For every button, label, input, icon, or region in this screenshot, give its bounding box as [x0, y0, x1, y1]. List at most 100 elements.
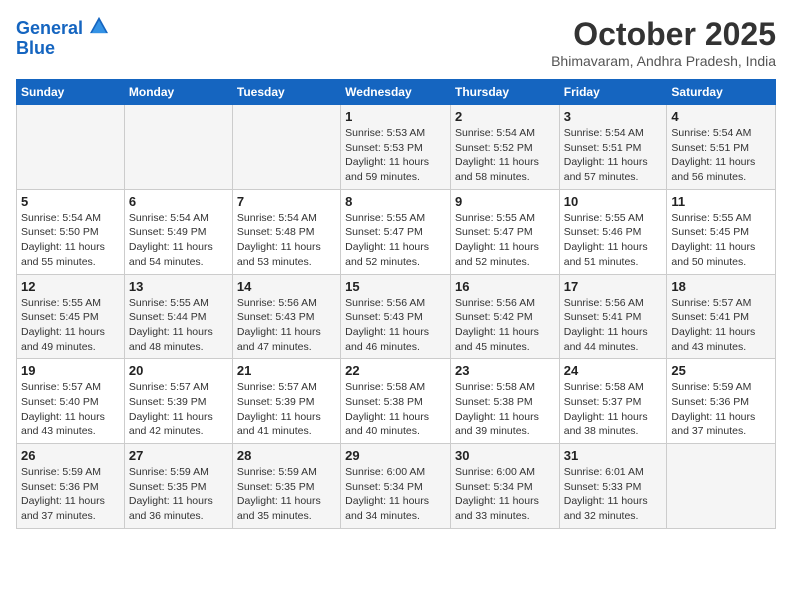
calendar-cell: 16Sunrise: 5:56 AM Sunset: 5:42 PM Dayli…: [450, 274, 559, 359]
day-number: 17: [564, 279, 663, 294]
day-info: Sunrise: 5:56 AM Sunset: 5:43 PM Dayligh…: [345, 296, 446, 355]
day-info: Sunrise: 5:55 AM Sunset: 5:46 PM Dayligh…: [564, 211, 663, 270]
logo-text: General: [16, 16, 108, 39]
day-info: Sunrise: 5:55 AM Sunset: 5:44 PM Dayligh…: [129, 296, 228, 355]
day-info: Sunrise: 5:56 AM Sunset: 5:41 PM Dayligh…: [564, 296, 663, 355]
calendar-cell: 6Sunrise: 5:54 AM Sunset: 5:49 PM Daylig…: [124, 189, 232, 274]
day-number: 21: [237, 363, 336, 378]
day-info: Sunrise: 5:54 AM Sunset: 5:50 PM Dayligh…: [21, 211, 120, 270]
calendar-cell: 7 Sunrise: 5:54 AM Sunset: 5:48 PM Daylig…: [232, 189, 340, 274]
day-info: Sunrise: 5:54 AM Sunset: 5:51 PM Dayligh…: [564, 126, 663, 185]
logo: General Blue: [16, 16, 108, 59]
day-number: 27: [129, 448, 228, 463]
page-header: General Blue October 2025 Bhimavaram, An…: [16, 16, 776, 69]
calendar-cell: 22 Sunrise: 5:58 AM Sunset: 5:38 PM Dayli…: [341, 359, 451, 444]
day-info: Sunrise: 5:59 AM Sunset: 5:35 PM Dayligh…: [129, 465, 228, 524]
day-number: 9: [455, 194, 555, 209]
calendar-week-3: 12Sunrise: 5:55 AM Sunset: 5:45 PM Dayli…: [17, 274, 776, 359]
calendar-cell: 2 Sunrise: 5:54 AM Sunset: 5:52 PM Daylig…: [450, 105, 559, 190]
day-number: 7: [237, 194, 336, 209]
day-number: 3: [564, 109, 663, 124]
day-number: 23: [455, 363, 555, 378]
calendar-cell: 29Sunrise: 6:00 AM Sunset: 5:34 PM Dayli…: [341, 444, 451, 529]
day-number: 24: [564, 363, 663, 378]
calendar-cell: 25Sunrise: 5:59 AM Sunset: 5:36 PM Dayli…: [667, 359, 776, 444]
day-info: Sunrise: 5:54 AM Sunset: 5:52 PM Dayligh…: [455, 126, 555, 185]
day-info: Sunrise: 6:01 AM Sunset: 5:33 PM Dayligh…: [564, 465, 663, 524]
calendar-cell: 11 Sunrise: 5:55 AM Sunset: 5:45 PM Dayli…: [667, 189, 776, 274]
calendar-week-4: 19 Sunrise: 5:57 AM Sunset: 5:40 PM Dayli…: [17, 359, 776, 444]
day-number: 2: [455, 109, 555, 124]
day-info: Sunrise: 5:58 AM Sunset: 5:38 PM Dayligh…: [345, 380, 446, 439]
day-info: Sunrise: 5:54 AM Sunset: 5:48 PM Dayligh…: [237, 211, 336, 270]
calendar-cell: 5 Sunrise: 5:54 AM Sunset: 5:50 PM Daylig…: [17, 189, 125, 274]
day-info: Sunrise: 5:58 AM Sunset: 5:37 PM Dayligh…: [564, 380, 663, 439]
day-info: Sunrise: 5:53 AM Sunset: 5:53 PM Dayligh…: [345, 126, 446, 185]
calendar-table: SundayMondayTuesdayWednesdayThursdayFrid…: [16, 79, 776, 529]
day-number: 13: [129, 279, 228, 294]
day-number: 6: [129, 194, 228, 209]
day-number: 30: [455, 448, 555, 463]
calendar-week-2: 5 Sunrise: 5:54 AM Sunset: 5:50 PM Daylig…: [17, 189, 776, 274]
calendar-cell: 23 Sunrise: 5:58 AM Sunset: 5:38 PM Dayli…: [450, 359, 559, 444]
day-number: 10: [564, 194, 663, 209]
day-number: 12: [21, 279, 120, 294]
day-info: Sunrise: 5:55 AM Sunset: 5:47 PM Dayligh…: [345, 211, 446, 270]
calendar-cell: 18 Sunrise: 5:57 AM Sunset: 5:41 PM Dayli…: [667, 274, 776, 359]
day-info: Sunrise: 5:57 AM Sunset: 5:39 PM Dayligh…: [237, 380, 336, 439]
day-info: Sunrise: 5:59 AM Sunset: 5:35 PM Dayligh…: [237, 465, 336, 524]
day-number: 19: [21, 363, 120, 378]
calendar-cell: 12Sunrise: 5:55 AM Sunset: 5:45 PM Dayli…: [17, 274, 125, 359]
calendar-cell: 21 Sunrise: 5:57 AM Sunset: 5:39 PM Dayli…: [232, 359, 340, 444]
calendar-cell: 26Sunrise: 5:59 AM Sunset: 5:36 PM Dayli…: [17, 444, 125, 529]
calendar-cell: 1 Sunrise: 5:53 AM Sunset: 5:53 PM Daylig…: [341, 105, 451, 190]
day-info: Sunrise: 5:58 AM Sunset: 5:38 PM Dayligh…: [455, 380, 555, 439]
location: Bhimavaram, Andhra Pradesh, India: [551, 53, 776, 69]
calendar-body: 1 Sunrise: 5:53 AM Sunset: 5:53 PM Daylig…: [17, 105, 776, 529]
calendar-cell: [124, 105, 232, 190]
calendar-header: SundayMondayTuesdayWednesdayThursdayFrid…: [17, 80, 776, 105]
weekday-header-thursday: Thursday: [450, 80, 559, 105]
calendar-cell: 27 Sunrise: 5:59 AM Sunset: 5:35 PM Dayli…: [124, 444, 232, 529]
calendar-cell: 10 Sunrise: 5:55 AM Sunset: 5:46 PM Dayli…: [559, 189, 667, 274]
day-info: Sunrise: 5:56 AM Sunset: 5:43 PM Dayligh…: [237, 296, 336, 355]
day-info: Sunrise: 5:55 AM Sunset: 5:45 PM Dayligh…: [671, 211, 771, 270]
day-number: 11: [671, 194, 771, 209]
weekday-header-friday: Friday: [559, 80, 667, 105]
day-number: 8: [345, 194, 446, 209]
calendar-cell: 17 Sunrise: 5:56 AM Sunset: 5:41 PM Dayli…: [559, 274, 667, 359]
day-info: Sunrise: 6:00 AM Sunset: 5:34 PM Dayligh…: [455, 465, 555, 524]
logo-icon: [90, 16, 108, 34]
day-info: Sunrise: 5:59 AM Sunset: 5:36 PM Dayligh…: [21, 465, 120, 524]
calendar-cell: [232, 105, 340, 190]
calendar-cell: 13 Sunrise: 5:55 AM Sunset: 5:44 PM Dayli…: [124, 274, 232, 359]
calendar-cell: 30 Sunrise: 6:00 AM Sunset: 5:34 PM Dayli…: [450, 444, 559, 529]
day-number: 4: [671, 109, 771, 124]
calendar-cell: 24 Sunrise: 5:58 AM Sunset: 5:37 PM Dayli…: [559, 359, 667, 444]
weekday-header-sunday: Sunday: [17, 80, 125, 105]
calendar-cell: 31Sunrise: 6:01 AM Sunset: 5:33 PM Dayli…: [559, 444, 667, 529]
day-info: Sunrise: 5:59 AM Sunset: 5:36 PM Dayligh…: [671, 380, 771, 439]
day-number: 14: [237, 279, 336, 294]
day-number: 22: [345, 363, 446, 378]
day-number: 16: [455, 279, 555, 294]
day-number: 28: [237, 448, 336, 463]
calendar-cell: 3 Sunrise: 5:54 AM Sunset: 5:51 PM Daylig…: [559, 105, 667, 190]
day-number: 5: [21, 194, 120, 209]
day-info: Sunrise: 5:57 AM Sunset: 5:41 PM Dayligh…: [671, 296, 771, 355]
day-number: 18: [671, 279, 771, 294]
weekday-header-tuesday: Tuesday: [232, 80, 340, 105]
day-info: Sunrise: 5:57 AM Sunset: 5:39 PM Dayligh…: [129, 380, 228, 439]
title-block: October 2025 Bhimavaram, Andhra Pradesh,…: [551, 16, 776, 69]
calendar-cell: 15Sunrise: 5:56 AM Sunset: 5:43 PM Dayli…: [341, 274, 451, 359]
calendar-cell: 4Sunrise: 5:54 AM Sunset: 5:51 PM Daylig…: [667, 105, 776, 190]
weekday-row: SundayMondayTuesdayWednesdayThursdayFrid…: [17, 80, 776, 105]
day-info: Sunrise: 5:57 AM Sunset: 5:40 PM Dayligh…: [21, 380, 120, 439]
day-number: 1: [345, 109, 446, 124]
calendar-cell: [667, 444, 776, 529]
calendar-cell: 20 Sunrise: 5:57 AM Sunset: 5:39 PM Dayli…: [124, 359, 232, 444]
calendar-cell: 19 Sunrise: 5:57 AM Sunset: 5:40 PM Dayli…: [17, 359, 125, 444]
day-number: 20: [129, 363, 228, 378]
day-info: Sunrise: 5:55 AM Sunset: 5:47 PM Dayligh…: [455, 211, 555, 270]
calendar-cell: 8 Sunrise: 5:55 AM Sunset: 5:47 PM Daylig…: [341, 189, 451, 274]
